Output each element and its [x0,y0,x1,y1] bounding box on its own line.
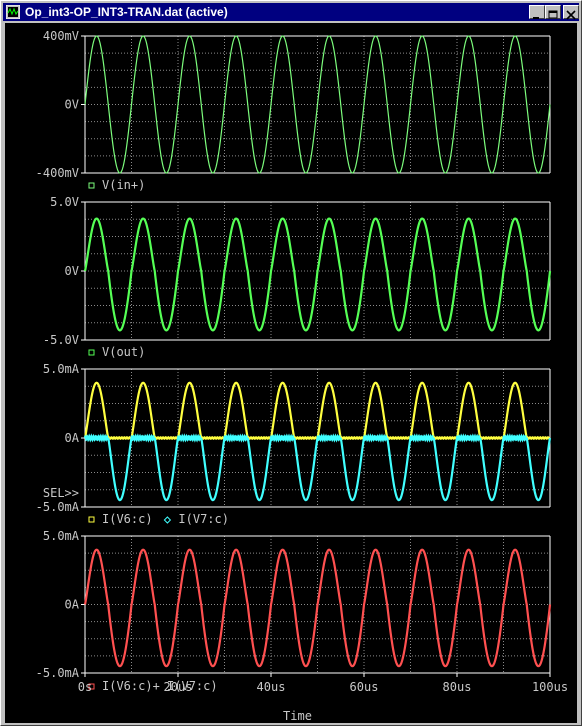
legend-marker-diamond-icon [163,516,172,524]
y-tick-label: 5.0mA [43,529,80,543]
x-axis-title: Time [283,709,312,723]
legend-label: I(V6:c) [102,512,153,526]
window-title: Op_int3-OP_INT3-TRAN.dat (active) [25,5,228,19]
y-tick-label: -5.0mA [36,666,80,680]
traces-panel-4 [83,548,552,668]
plot-panel-vout[interactable]: 5.0V 0V -5.0V V(out) [43,195,552,359]
x-tick-label: 40us [257,680,286,694]
plot-panel-sum[interactable]: 5.0mA 0A -5.0mA I(V6:c)+ I(V7:c) [36,529,552,693]
y-tick-label: 0A [65,431,80,445]
traces-panel-3 [83,381,552,502]
trace-i-v6-c-i-v7-c- [83,548,552,668]
plot-area[interactable]: 400mV 0V -400mV V(in+) 5.0V 0V -5.0V V(o… [5,23,577,723]
trace-i-v6-c- [83,381,551,441]
plot-panel-currents[interactable]: 5.0mA 0A -5.0mA SEL>> I(V6:c) I(V7:c) [36,362,552,526]
legend-label: V(in+) [102,178,145,192]
y-tick-label: -400mV [36,166,79,180]
title-bar[interactable]: Op_int3-OP_INT3-TRAN.dat (active) [3,3,579,21]
minimize-icon [533,17,539,19]
maximize-button[interactable] [545,5,561,19]
close-icon [566,10,576,20]
legend-item-vin[interactable]: V(in+) [88,178,145,192]
legend-item-iv6[interactable]: I(V6:c) [88,512,153,526]
y-tick-label: -5.0V [43,333,79,347]
legend-marker-square-icon [88,516,95,523]
legend-item-iv7[interactable]: I(V7:c) [163,512,229,526]
maximize-icon [548,10,558,19]
y-tick-label: 400mV [43,29,79,43]
y-tick-label: 0V [65,98,79,112]
plot-panel-vin[interactable]: 400mV 0V -400mV V(in+) [36,29,551,192]
y-tick-label: -5.0mA [36,500,80,514]
x-tick-label: 100us [532,680,568,694]
trace-v-in- [84,35,551,174]
x-tick-label: 80us [443,680,472,694]
y-tick-label: 0A [65,598,80,612]
x-tick-label: 60us [350,680,379,694]
y-tick-label: 5.0mA [43,362,80,376]
waveform-app-icon [6,5,20,19]
legend-item-sum[interactable]: I(V6:c)+ I(V7:c) [88,679,218,693]
probe-window: Op_int3-OP_INT3-TRAN.dat (active) 400mV … [0,0,582,726]
legend-label: V(out) [102,345,145,359]
minimize-button[interactable] [529,5,545,19]
x-tick-label: 20us [164,680,193,694]
legend-item-vout[interactable]: V(out) [88,345,145,359]
selected-plot-marker: SEL>> [43,486,79,500]
legend-label: I(V6:c)+ I(V7:c) [102,679,218,693]
y-tick-label: 0V [65,264,79,278]
legend-marker-square-icon [88,182,95,189]
legend-label: I(V7:c) [178,512,229,526]
traces-panel-1 [84,35,551,174]
close-button[interactable] [563,5,579,20]
x-tick-label: 0s [78,680,92,694]
y-tick-label: 5.0V [50,195,79,209]
legend-marker-square-icon [88,349,95,356]
